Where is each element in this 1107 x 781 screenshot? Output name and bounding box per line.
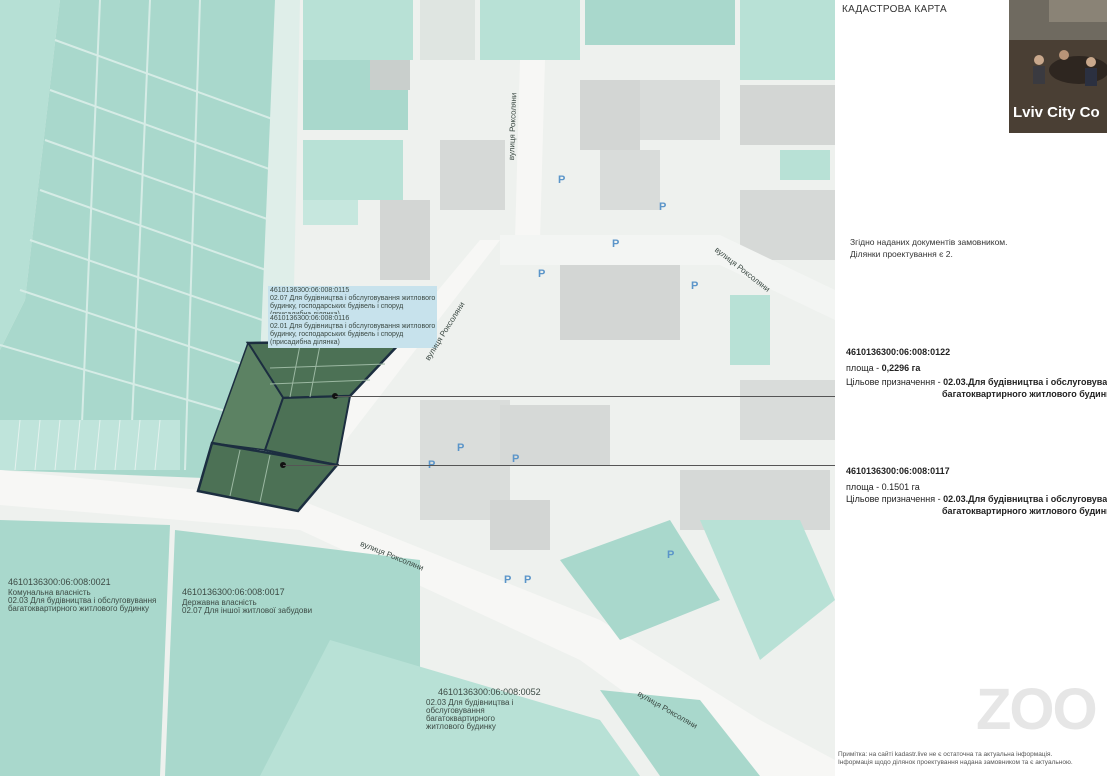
purpose-value: 02.03.Для будівництва і обслуговування	[943, 494, 1107, 504]
parcel-purpose-text: 02.01 Для будівництва і обслуговування ж…	[270, 323, 436, 330]
parcel-label-0116[interactable]: 4610136300:06:008:0116 02.01 Для будівни…	[268, 314, 438, 348]
note-line: Ділянки проектування є 2.	[850, 249, 953, 259]
parking-icon: P	[659, 201, 667, 213]
area-value: 0.1501 га	[881, 482, 920, 492]
parcel-purpose-text: житлового будинку	[426, 722, 496, 731]
parcel-purpose: Цільове призначення - 02.03.Для будівниц…	[846, 494, 1107, 504]
parcel-purpose-text: багатоквартирного житлового будинку	[8, 604, 149, 613]
parking-icon: P	[512, 453, 520, 465]
zoom-watermark: ZOO	[976, 677, 1098, 742]
parcel-label-0017[interactable]: 4610136300:06:008:0017 Державна власніст…	[182, 588, 312, 615]
road-north	[515, 60, 545, 240]
parking-icon: P	[504, 574, 512, 586]
purpose-value-cont: багатоквартирного житлового будинку	[942, 389, 1107, 399]
parcel-purpose: Цільове призначення - 02.03.Для будівниц…	[846, 377, 1107, 387]
teal-parcel-0021	[0, 520, 170, 776]
purpose-label: Цільове призначення	[846, 494, 936, 504]
area-label: площа	[846, 482, 874, 492]
parcel-purpose-text: (присадибна ділянка)	[270, 339, 340, 346]
parcel-area: площа - 0,2296 га	[846, 363, 921, 373]
map-canvas	[0, 0, 835, 776]
parking-icon: P	[538, 268, 546, 280]
parking-icon: P	[558, 174, 566, 186]
page-title: КАДАСТРОВА КАРТА	[842, 4, 948, 15]
parcel-label-0021[interactable]: 4610136300:06:008:0021 Комунальна власні…	[8, 578, 156, 613]
purpose-value-cont: багатоквартирного житлового будинку	[942, 506, 1107, 516]
parcel-id-text: 4610136300:06:008:0116	[270, 315, 350, 322]
area-label: площа	[846, 363, 874, 373]
footnote-line: Примітка: на сайті kadastr.live не є ост…	[838, 751, 1053, 758]
parcel-area: площа - 0.1501 га	[846, 482, 920, 492]
parcel-id-text: 4610136300:06:008:0115	[270, 287, 350, 294]
parcel-id-text: 4610136300:06:008:0052	[438, 687, 541, 697]
video-thumbnail[interactable]: Lviv City Co	[1009, 0, 1107, 133]
parking-icon: P	[524, 574, 532, 586]
parcel-id: 4610136300:06:008:0122	[846, 347, 951, 357]
parking-icon: P	[691, 280, 699, 292]
purpose-value: 02.03.Для будівництва і обслуговування	[943, 377, 1107, 387]
parcel-purpose-text: 02.07 Для іншої житлової забудови	[182, 606, 313, 615]
parcel-id-text: 4610136300:06:008:0017	[182, 587, 285, 597]
note: Згідно наданих документів замовником. Ді…	[850, 236, 1008, 260]
parking-icon: P	[457, 442, 465, 454]
parcel-label-0052[interactable]: 4610136300:06:008:0052 02.03 Для будівни…	[426, 687, 541, 731]
parcel-purpose-text: 02.07 Для будівництва і обслуговування ж…	[270, 295, 436, 302]
parcel-purpose-text: будинку, господарських будівель і споруд	[270, 303, 404, 310]
video-label: Lviv City Co	[1013, 104, 1100, 121]
note-line: Згідно наданих документів замовником.	[850, 237, 1008, 247]
area-value: 0,2296 га	[881, 363, 921, 373]
parking-icon: P	[612, 238, 620, 250]
parcel-purpose-text: будинку, господарських будівель і споруд	[270, 331, 404, 338]
purpose-label: Цільове призначення	[846, 377, 936, 387]
parking-icon: P	[667, 549, 675, 561]
footnote-line: Інформація щодо ділянок проектування над…	[838, 759, 1073, 766]
cadastral-map[interactable]: 4610136300:06:008:0115 02.07 Для будівни…	[0, 0, 835, 776]
parcel-id-text: 4610136300:06:008:0021	[8, 577, 111, 587]
parcel-id: 4610136300:06:008:0117	[846, 466, 950, 476]
footnote: Примітка: на сайті kadastr.live не є ост…	[838, 751, 1073, 767]
